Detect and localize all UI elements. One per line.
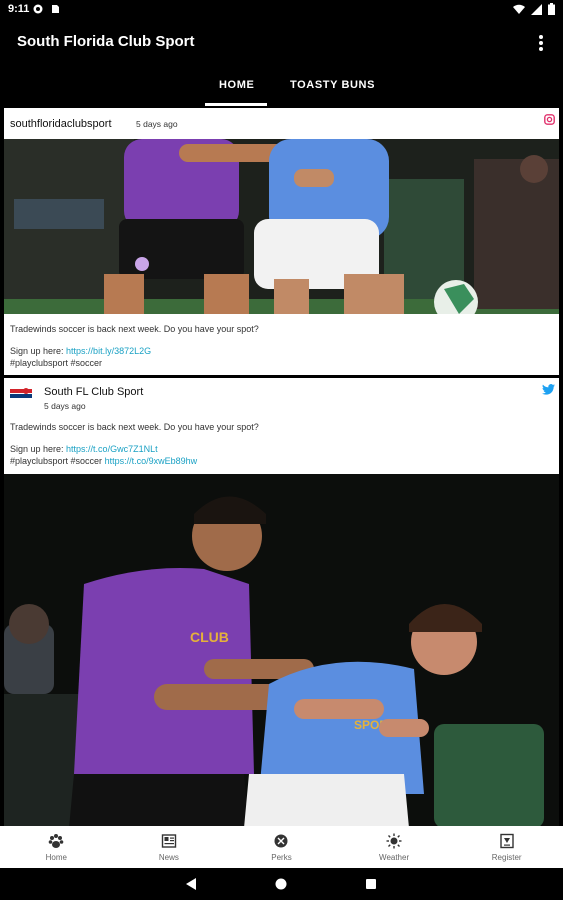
signup-prefix: Sign up here: <box>10 346 67 356</box>
perks-icon <box>274 834 288 848</box>
post-caption-line1: Tradewinds soccer is back next week. Do … <box>10 422 259 432</box>
post-hashtags: #playclubsport #soccer <box>10 456 105 466</box>
signup-prefix: Sign up here: <box>10 444 67 454</box>
soccer-photo-image <box>4 139 559 314</box>
post-signup-line: Sign up here: https://bit.ly/3872L2G <box>10 346 151 357</box>
post-header: southfloridaclubsport 5 days ago <box>4 108 559 138</box>
post-username: southfloridaclubsport <box>10 118 112 130</box>
post-date: 5 days ago <box>136 119 178 129</box>
paw-icon <box>48 834 64 848</box>
nav-item-weather[interactable]: Weather <box>338 826 451 868</box>
svg-text:CLUB: CLUB <box>190 629 229 645</box>
sd-card-icon <box>52 5 59 13</box>
media-link[interactable]: https://t.co/9xwEb89hw <box>105 456 198 466</box>
nav-label: News <box>158 853 179 862</box>
app-title: South Florida Club Sport <box>17 33 195 50</box>
bottom-navigation: Home News Perks Weather Register <box>0 826 563 868</box>
status-time: 9:11 <box>8 3 30 15</box>
status-bar: 9:11 <box>0 0 563 20</box>
post-hashtags: #playclubsport #soccer <box>10 358 103 368</box>
nav-label: Perks <box>271 853 292 862</box>
sun-icon <box>386 833 402 849</box>
social-feed[interactable]: southfloridaclubsport 5 days ago Tradewi… <box>0 106 563 826</box>
newspaper-icon <box>161 834 177 848</box>
pocket-casts-icon <box>33 4 43 14</box>
post-date: 5 days ago <box>44 401 86 411</box>
battery-icon <box>548 3 555 15</box>
app-bar: South Florida Club Sport <box>0 20 563 66</box>
post-photo[interactable] <box>4 139 559 314</box>
post-signup-line: Sign up here: https://t.co/Gwc7Z1NLt <box>10 444 158 455</box>
instagram-icon <box>544 114 555 125</box>
signup-link[interactable]: https://t.co/Gwc7Z1NLt <box>66 444 158 454</box>
nav-label: Weather <box>379 853 410 862</box>
nav-label: Register <box>491 853 522 862</box>
nav-label: Home <box>45 853 67 862</box>
register-icon <box>499 833 514 849</box>
home-circle-icon[interactable] <box>274 877 288 891</box>
signal-icon <box>531 3 542 15</box>
wifi-icon <box>513 4 525 14</box>
recents-icon[interactable] <box>364 877 378 891</box>
club-logo-avatar <box>10 388 32 398</box>
post-photo[interactable]: CLUB SPORT <box>4 474 559 826</box>
back-icon[interactable] <box>184 877 198 891</box>
post-hashtags-line: #playclubsport #soccer https://t.co/9xwE… <box>10 456 197 467</box>
twitter-bird-icon <box>542 384 555 395</box>
nav-item-home[interactable]: Home <box>0 826 113 868</box>
twitter-post-card[interactable]: South FL Club Sport 5 days ago Tradewind… <box>4 378 559 826</box>
tab-home[interactable]: HOME <box>219 79 254 91</box>
post-caption-line1: Tradewinds soccer is back next week. Do … <box>10 324 259 334</box>
nav-item-perks[interactable]: Perks <box>225 826 338 868</box>
post-username: South FL Club Sport <box>44 386 144 398</box>
instagram-post-card[interactable]: southfloridaclubsport 5 days ago Tradewi… <box>4 108 559 375</box>
tab-toasty-buns[interactable]: TOASTY BUNS <box>290 79 375 91</box>
tab-bar: HOME TOASTY BUNS <box>0 66 563 106</box>
signup-link[interactable]: https://bit.ly/3872L2G <box>66 346 151 356</box>
system-navigation-bar <box>0 868 563 900</box>
more-vert-icon[interactable] <box>531 32 551 54</box>
nav-item-register[interactable]: Register <box>450 826 563 868</box>
nav-item-news[interactable]: News <box>113 826 226 868</box>
soccer-photo-image: CLUB SPORT <box>4 474 559 826</box>
